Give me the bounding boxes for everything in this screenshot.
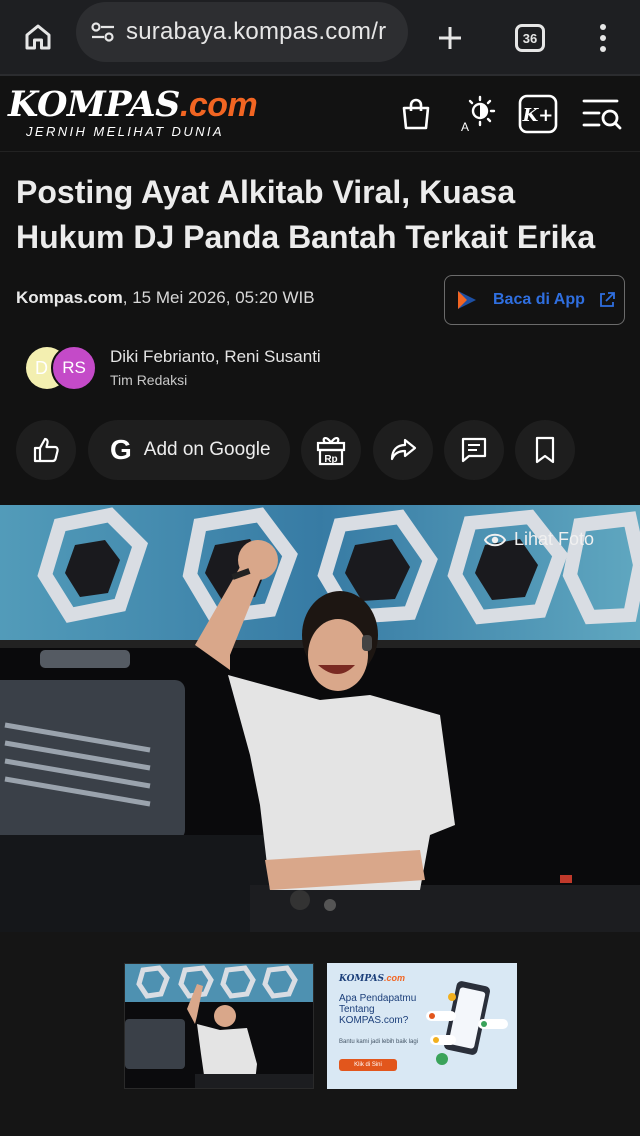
external-link-icon — [600, 292, 615, 307]
new-tab-button[interactable] — [422, 10, 478, 66]
logo-com-text: .com — [179, 86, 258, 124]
gift-rp-label: Rp — [324, 454, 337, 465]
plus-icon — [439, 27, 461, 49]
more-vert-icon — [600, 24, 606, 52]
logo-tagline: JERNIH MELIHAT DUNIA — [26, 124, 224, 139]
ad-logo-text: KOMPAS — [339, 974, 384, 984]
browser-toolbar: surabaya.kompas.com/r 36 — [0, 0, 640, 76]
ad-help-text: Bantu kami jadi lebih baik lagi — [339, 1039, 419, 1045]
article-main-photo[interactable]: Lihat Foto — [0, 505, 640, 932]
tab-count: 36 — [515, 24, 545, 52]
site-settings-icon[interactable] — [90, 21, 116, 43]
display-mode-button[interactable]: A — [456, 92, 500, 136]
google-g-icon: G — [110, 434, 132, 465]
see-photo-button[interactable]: Lihat Foto — [483, 529, 594, 550]
author-names[interactable]: Diki Febrianto, Reni Susanti — [110, 347, 321, 367]
kompas-plus-button[interactable]: K+ — [516, 92, 560, 136]
url-text: surabaya.kompas.com/r — [126, 18, 387, 45]
logo-text: KOMPAS — [8, 84, 180, 125]
ad-cta-button[interactable]: Klik di Sini — [339, 1059, 397, 1071]
home-button[interactable] — [0, 0, 76, 75]
shopping-bag-button[interactable] — [394, 92, 438, 136]
svg-text:A: A — [461, 120, 469, 134]
menu-search-icon — [582, 99, 622, 130]
photo-thumbnail[interactable] — [124, 963, 314, 1089]
add-on-google-button[interactable]: G Add on Google — [88, 420, 290, 480]
kompas-plus-icon: K+ — [518, 94, 558, 134]
tab-switcher-button[interactable]: 36 — [502, 10, 558, 66]
thumbnail-image — [125, 964, 313, 1088]
article-byline: Kompas.com, 15 Mei 2026, 05:20 WIB — [16, 288, 315, 308]
read-in-app-button[interactable]: Baca di App — [444, 275, 625, 325]
read-in-app-label: Baca di App — [493, 291, 585, 308]
survey-ad-banner[interactable]: KOMPAS.com Apa Pendapatmu Tentang KOMPAS… — [327, 963, 517, 1089]
article-headline: Posting Ayat Alkitab Viral, Kuasa Hukum … — [16, 174, 596, 255]
kompas-logo[interactable]: KOMPAS.com JERNIH MELIHAT DUNIA — [8, 84, 258, 140]
share-icon — [390, 438, 417, 461]
article-datetime: , 15 Mei 2026, 05:20 WIB — [122, 288, 315, 307]
dj-photo-illustration — [0, 505, 640, 932]
comment-button[interactable] — [444, 420, 504, 480]
bookmark-button[interactable] — [515, 420, 575, 480]
article-source[interactable]: Kompas.com — [16, 288, 123, 307]
kompas-app-icon — [458, 291, 476, 309]
gift-button[interactable]: Rp — [301, 420, 361, 480]
like-button[interactable] — [16, 420, 76, 480]
brightness-font-icon: A — [461, 95, 496, 134]
see-photo-label: Lihat Foto — [513, 529, 594, 549]
share-button[interactable] — [373, 420, 433, 480]
shopping-bag-icon — [402, 98, 430, 130]
gift-icon: Rp — [316, 437, 346, 466]
phone-illustration — [426, 981, 508, 1065]
add-on-google-label: Add on Google — [143, 439, 271, 460]
address-bar[interactable]: surabaya.kompas.com/r — [76, 2, 408, 62]
browser-menu-button[interactable] — [578, 10, 628, 66]
menu-search-button[interactable] — [580, 92, 624, 136]
ad-logo-com: .com — [383, 973, 405, 983]
editorial-team: Tim Redaksi — [110, 372, 188, 388]
home-icon — [25, 24, 51, 50]
gallery-area — [0, 932, 640, 1136]
eye-icon — [483, 533, 506, 546]
ad-kompas-logo: KOMPAS.com — [339, 973, 405, 984]
comment-icon — [461, 437, 487, 463]
thumbs-up-icon — [33, 437, 59, 463]
site-header: KOMPAS.com JERNIH MELIHAT DUNIA A K+ — [0, 76, 640, 152]
kplus-label: K+ — [522, 105, 554, 126]
author-avatar-rs[interactable]: RS — [51, 345, 97, 391]
ad-question: Apa Pendapatmu Tentang KOMPAS.com? — [339, 993, 417, 1026]
bookmark-icon — [535, 436, 555, 464]
